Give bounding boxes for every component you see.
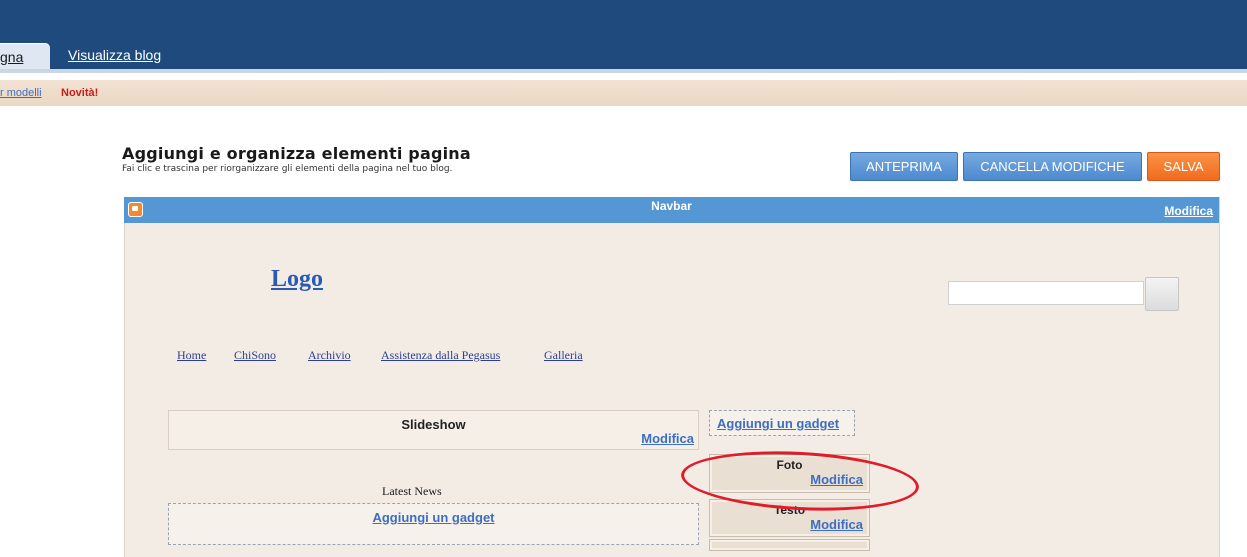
nav-link-archivio[interactable]: Archivio <box>308 348 351 363</box>
page-title: Aggiungi e organizza elementi pagina <box>122 144 471 163</box>
nav-link-assistenza[interactable]: Assistenza dalla Pegasus <box>381 348 500 363</box>
latest-news-label: Latest News <box>382 484 442 498</box>
tab-layout-label[interactable]: gna <box>0 49 23 65</box>
save-button[interactable]: SALVA <box>1147 152 1220 181</box>
main-add-gadget[interactable]: Aggiungi un gadget <box>168 503 699 545</box>
gadget-testo-edit-link[interactable]: Modifica <box>810 517 863 532</box>
navbar-widget: Navbar Modifica <box>124 197 1219 223</box>
sidebar-add-gadget[interactable]: Aggiungi un gadget <box>709 410 855 436</box>
notice-bar: r modelli Novità! <box>0 80 1247 106</box>
nav-link-home[interactable]: Home <box>177 348 206 363</box>
blog-logo-link[interactable]: Logo <box>271 266 323 293</box>
search-button[interactable] <box>1145 277 1179 311</box>
slideshow-edit-link[interactable]: Modifica <box>641 431 694 446</box>
nav-link-chisono[interactable]: ChiSono <box>234 348 276 363</box>
page-subtitle: Fai clic e trascina per riorganizzare gl… <box>122 164 453 174</box>
slideshow-title: Slideshow <box>401 417 466 432</box>
slideshow-gadget[interactable]: Slideshow Modifica <box>168 410 699 450</box>
nav-link-galleria[interactable]: Galleria <box>544 348 583 363</box>
navbar-edit-link[interactable]: Modifica <box>1164 204 1213 218</box>
new-badge: Novità! <box>61 87 99 99</box>
header-separator <box>0 69 1247 73</box>
preview-button[interactable]: ANTEPRIMA <box>850 152 958 181</box>
navbar-title: Navbar <box>651 199 692 213</box>
templates-link[interactable]: r modelli <box>0 87 42 99</box>
sidebar-add-gadget-label[interactable]: Aggiungi un gadget <box>717 416 839 431</box>
main-add-gadget-label[interactable]: Aggiungi un gadget <box>169 510 698 525</box>
top-header-bar <box>0 0 1247 69</box>
clear-changes-button[interactable]: CANCELLA MODIFICHE <box>963 152 1142 181</box>
gadget-next[interactable] <box>709 539 870 551</box>
search-input[interactable] <box>948 281 1144 305</box>
tab-view-blog[interactable]: Visualizza blog <box>68 47 161 63</box>
